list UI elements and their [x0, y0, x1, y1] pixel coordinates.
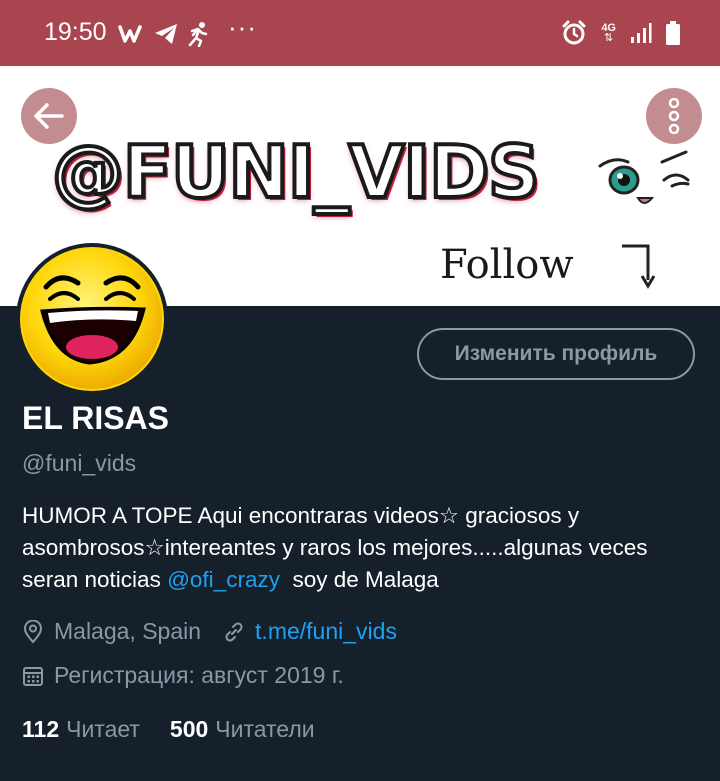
banner-follow-text: Follow [440, 242, 574, 288]
location-link-row: Malaga, Spain t.me/funi_vids [22, 618, 397, 645]
profile-bio: HUMOR A TOPE Aqui encontraras videos☆ gr… [22, 500, 702, 596]
status-system-icons: 4G ⇅ [561, 18, 680, 48]
arrow-left-icon [34, 103, 64, 129]
back-button[interactable] [21, 88, 77, 144]
network-type-label: 4G [601, 21, 616, 34]
more-options-button[interactable] [646, 88, 702, 144]
followers-count: 500 [169, 716, 209, 742]
telegram-icon [155, 24, 177, 44]
avatar[interactable] [16, 243, 168, 395]
follow-stats: 112 Читает 500 Читатели [22, 716, 315, 743]
status-more-indicator: ··· [228, 12, 257, 42]
kawaii-face-icon [598, 150, 690, 204]
join-date-row: Регистрация: август 2019 г. [22, 662, 344, 689]
status-time: 19:50 [44, 18, 107, 46]
followers-stat[interactable]: 500 Читатели [170, 716, 315, 743]
laughing-face-avatar-icon [20, 247, 164, 391]
more-vertical-icon [668, 98, 680, 134]
banner-handle-text: @FUNI_VIDS [50, 128, 542, 216]
edit-profile-button[interactable]: Изменить профиль [417, 328, 695, 380]
bio-text-end: soy de Malaga [279, 567, 439, 592]
battery-icon [666, 21, 680, 45]
bio-mention-link[interactable]: @ofi_crazy [167, 567, 280, 592]
network-icon: 4G ⇅ [601, 21, 616, 44]
display-name: EL RISAS [22, 400, 169, 436]
location-pin-icon [23, 619, 43, 644]
followers-label: Читатели [215, 716, 315, 742]
following-label: Читает [66, 716, 140, 742]
location-text: Malaga, Spain [54, 618, 202, 644]
signal-icon [631, 23, 652, 43]
join-date-text: Регистрация: август 2019 г. [54, 662, 344, 688]
following-count: 112 [22, 716, 60, 742]
calendar-icon [23, 666, 43, 686]
w-app-icon [118, 25, 142, 43]
status-bar: 19:50 ··· 4G ⇅ [0, 0, 720, 66]
link-icon [225, 621, 243, 642]
following-stat[interactable]: 112 Читает [22, 716, 140, 743]
running-icon [188, 22, 208, 47]
status-notification-icons [118, 20, 210, 48]
alarm-icon [562, 20, 586, 45]
profile-website-link[interactable]: t.me/funi_vids [255, 618, 397, 645]
username: @funi_vids [22, 450, 137, 476]
corner-arrow-down-icon [622, 244, 656, 289]
